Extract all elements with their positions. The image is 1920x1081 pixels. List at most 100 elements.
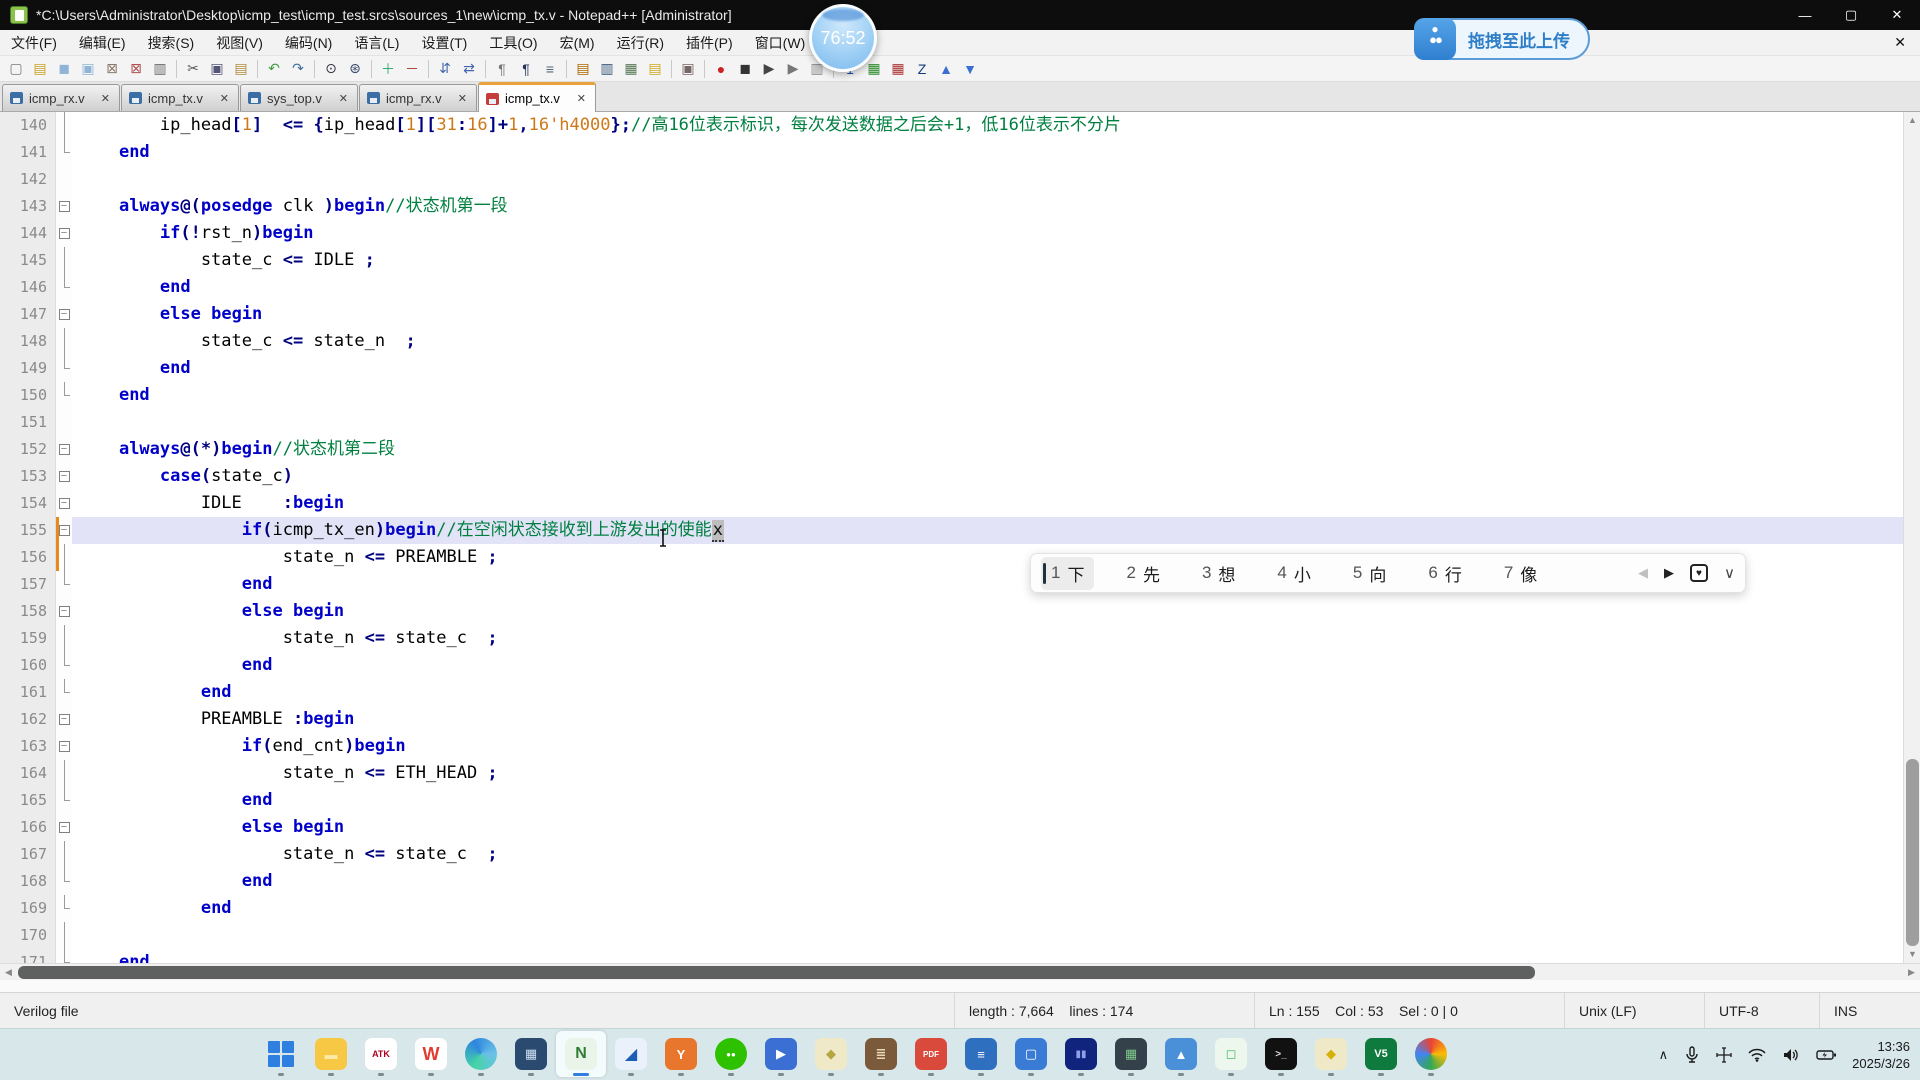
taskbar-app-cad-tool[interactable]: ◆	[806, 1031, 856, 1077]
code-text[interactable]: state_n <= state_c ;	[72, 841, 1920, 868]
menubar-close-icon[interactable]: ✕	[1880, 34, 1920, 51]
tab-close-icon[interactable]: ✕	[575, 91, 588, 106]
print-icon[interactable]: ▥	[148, 58, 172, 80]
fold-collapse-icon[interactable]: –	[56, 706, 72, 733]
menu-item[interactable]: 运行(R)	[606, 30, 675, 55]
horizontal-scrollbar[interactable]: ◀ ▶	[0, 963, 1920, 980]
code-text[interactable]: IDLE :begin	[72, 490, 1920, 517]
compare-clear-icon[interactable]: ▦	[886, 58, 910, 80]
menu-item[interactable]: 插件(P)	[675, 30, 744, 55]
status-eol-format[interactable]: Unix (LF)	[1565, 993, 1705, 1028]
taskbar-app-archive-tool[interactable]: ≣	[856, 1031, 906, 1077]
code-text[interactable]: end	[72, 895, 1920, 922]
close-doc-icon[interactable]: ⊠	[100, 58, 124, 80]
code-text[interactable]: if(icmp_tx_en)begin//在空闲状态接收到上游发出的使能x	[72, 517, 1920, 544]
taskbar-app-notepad-plus-plus[interactable]: N	[556, 1031, 606, 1077]
redo-icon[interactable]: ↷	[286, 58, 310, 80]
macro-play-icon[interactable]: ▶	[757, 58, 781, 80]
doc-list-icon[interactable]: ▦	[619, 58, 643, 80]
function-list-icon[interactable]: ▤	[571, 58, 595, 80]
volume-icon[interactable]	[1782, 1047, 1800, 1063]
menu-item[interactable]: 视图(V)	[205, 30, 274, 55]
status-insert-mode[interactable]: INS	[1820, 993, 1920, 1028]
indent-guide-icon[interactable]: ≡	[538, 58, 562, 80]
code-text[interactable]: end	[72, 382, 1920, 409]
taskbar-app-file-explorer[interactable]: ▬	[306, 1031, 356, 1077]
fold-collapse-icon[interactable]: –	[56, 598, 72, 625]
folder-workspace-icon[interactable]: ▤	[643, 58, 667, 80]
code-text[interactable]: PREAMBLE :begin	[72, 706, 1920, 733]
maximize-button[interactable]: ▢	[1828, 0, 1874, 30]
code-text[interactable]: end	[72, 274, 1920, 301]
move-up-icon[interactable]: ▲	[934, 58, 958, 80]
zoom-out-icon[interactable]: －	[400, 58, 424, 80]
code-text[interactable]: end	[72, 787, 1920, 814]
taskbar-app-chat-tool[interactable]: ◻	[1206, 1031, 1256, 1077]
tray-clock[interactable]: 13:36 2025/3/26	[1852, 1038, 1910, 1072]
crosshair-icon[interactable]	[1716, 1047, 1732, 1063]
macro-stop-icon[interactable]: ◼	[733, 58, 757, 80]
code-text[interactable]	[72, 922, 1920, 949]
taskbar-app-browser-ring[interactable]	[1406, 1031, 1456, 1077]
taskbar-app-calculator[interactable]: ▦	[506, 1031, 556, 1077]
fold-collapse-icon[interactable]: –	[56, 220, 72, 247]
ime-next-page-icon[interactable]: ▶	[1664, 565, 1674, 581]
fold-collapse-icon[interactable]: –	[56, 733, 72, 760]
taskbar-app-start[interactable]	[256, 1031, 306, 1077]
menu-item[interactable]: 编辑(E)	[68, 30, 137, 55]
ime-candidate[interactable]: 3想	[1192, 557, 1245, 590]
code-text[interactable]: end	[72, 868, 1920, 895]
code-text[interactable]: state_n <= ETH_HEAD ;	[72, 760, 1920, 787]
menu-item[interactable]: 设置(T)	[410, 30, 478, 55]
fold-collapse-icon[interactable]: –	[56, 436, 72, 463]
macro-record-icon[interactable]: ●	[709, 58, 733, 80]
code-text[interactable]: state_c <= IDLE ;	[72, 247, 1920, 274]
menu-item[interactable]: 窗口(W)	[744, 30, 817, 55]
vertical-scroll-thumb[interactable]	[1906, 759, 1919, 946]
taskbar-app-pdf-reader[interactable]: PDF	[906, 1031, 956, 1077]
taskbar-app-wps-office[interactable]: W	[406, 1031, 456, 1077]
menu-item[interactable]: 文件(F)	[0, 30, 68, 55]
ime-candidate[interactable]: 4小	[1267, 557, 1320, 590]
tab-close-icon[interactable]: ✕	[218, 91, 231, 106]
taskbar-app-device-tool[interactable]: ▦	[1106, 1031, 1156, 1077]
monitoring-icon[interactable]: ▣	[676, 58, 700, 80]
scroll-down-icon[interactable]: ▼	[1904, 946, 1920, 963]
tab-sys_top.v[interactable]: sys_top.v✕	[240, 84, 358, 111]
code-text[interactable]: state_c <= state_n ;	[72, 328, 1920, 355]
tab-close-icon[interactable]: ✕	[456, 91, 469, 106]
code-text[interactable]	[72, 409, 1920, 436]
undo-icon[interactable]: ↶	[262, 58, 286, 80]
menu-item[interactable]: 工具(O)	[478, 30, 548, 55]
fold-collapse-icon[interactable]: –	[56, 490, 72, 517]
paste-icon[interactable]: ▤	[229, 58, 253, 80]
taskbar-app-edge[interactable]	[456, 1031, 506, 1077]
taskbar-app-wireshark[interactable]: ◢	[606, 1031, 656, 1077]
tab-close-icon[interactable]: ✕	[337, 91, 350, 106]
scroll-up-icon[interactable]: ▲	[1904, 112, 1920, 129]
move-down-icon[interactable]: ▼	[958, 58, 982, 80]
code-text[interactable]: else begin	[72, 598, 1920, 625]
code-text[interactable]: ip_head[1] <= {ip_head[1][31:16]+1,16'h4…	[72, 112, 1920, 139]
tab-icmp_tx.v[interactable]: icmp_tx.v✕	[121, 84, 239, 111]
code-text[interactable]: end	[72, 679, 1920, 706]
macro-run-multi-icon[interactable]: ▶	[781, 58, 805, 80]
ime-prev-page-icon[interactable]: ◀	[1638, 565, 1648, 581]
doc-map-icon[interactable]: ▥	[595, 58, 619, 80]
save-icon[interactable]: ◼	[52, 58, 76, 80]
battery-icon[interactable]	[1816, 1049, 1836, 1061]
fold-collapse-icon[interactable]: –	[56, 193, 72, 220]
code-text[interactable]: end	[72, 949, 1920, 963]
taskbar-app-remote-app[interactable]: ▢	[1006, 1031, 1056, 1077]
microphone-icon[interactable]	[1684, 1046, 1700, 1064]
taskbar-app-document-tool[interactable]: ≡	[956, 1031, 1006, 1077]
code-text[interactable]: end	[72, 139, 1920, 166]
minimize-button[interactable]: —	[1782, 0, 1828, 30]
fold-collapse-icon[interactable]: –	[56, 517, 72, 544]
tray-chevron-up-icon[interactable]: ∧	[1659, 1047, 1669, 1063]
taskbar-app-wechat[interactable]: ●●	[706, 1031, 756, 1077]
sync-scroll-h-icon[interactable]: ⇄	[457, 58, 481, 80]
menu-item[interactable]: 语言(L)	[343, 30, 410, 55]
code-text[interactable]	[72, 166, 1920, 193]
recording-timer-badge[interactable]: 76:52	[809, 4, 877, 72]
